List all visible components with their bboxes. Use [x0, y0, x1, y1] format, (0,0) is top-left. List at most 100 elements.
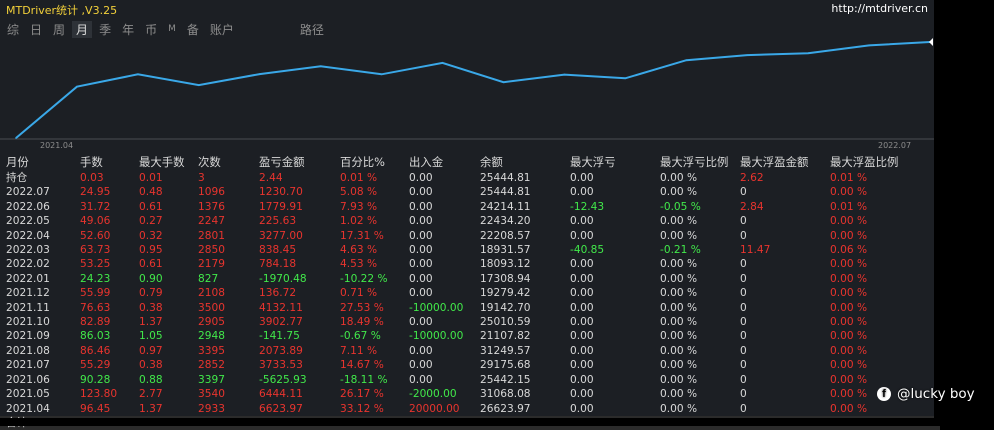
column-header: 最大浮盈比例	[830, 155, 899, 169]
table-row[interactable]: 2022.07 24.95 0.48 1096 1230.70 5.08 % 0.00 254…	[0, 185, 940, 199]
table-cell: 2021.04	[6, 402, 50, 415]
table-row[interactable]: 2021.05 123.80 2.77 3540 6444.11 26.17 % -2000…	[0, 387, 940, 401]
tab-1[interactable]: 日	[26, 21, 46, 38]
column-header: 最大手数	[139, 155, 185, 169]
table-cell: 86.03	[80, 330, 111, 343]
table-cell: 0.00	[409, 344, 433, 357]
table-row[interactable]: 2021.12 55.99 0.79 2108 136.72 0.71 % 0.00 1927…	[0, 286, 940, 300]
table-row[interactable]: 2021.11 76.63 0.38 3500 4132.11 27.53 % -10000…	[0, 301, 940, 315]
tab-0[interactable]: 综	[3, 21, 23, 38]
equity-chart: 2021.04 2022.07	[0, 38, 934, 150]
table-cell: 0	[740, 402, 747, 415]
table-cell: 0.00 %	[660, 272, 698, 285]
table-row[interactable]: 2021.04 96.45 1.37 2933 6623.97 33.12 % 20000.…	[0, 402, 940, 416]
table-row[interactable]: 2022.01 24.23 0.90 827 -1970.48 -10.22 % 0.00 1…	[0, 272, 940, 286]
table-row[interactable]: 2021.07 55.29 0.38 2852 3733.53 14.67 % 0.00 29…	[0, 358, 940, 372]
table-cell: 1.05	[139, 330, 163, 343]
table-cell: 76.63	[80, 301, 111, 314]
table-cell: 0.00	[570, 402, 594, 415]
table-cell: 838.45	[259, 244, 297, 257]
tab-10[interactable]: 路径	[296, 21, 328, 38]
column-header: 余额	[480, 155, 503, 169]
equity-point	[502, 81, 505, 84]
table-row[interactable]: 2022.04 52.60 0.32 2801 3277.00 17.31 % 0.00 22…	[0, 229, 940, 243]
table-cell: 3500	[198, 301, 225, 314]
table-cell: 21107.82	[480, 330, 531, 343]
table-cell: 0.00 %	[660, 330, 698, 343]
website-link[interactable]: http://mtdriver.cn	[831, 2, 928, 15]
table-cell: 0.38	[139, 359, 163, 372]
table-cell: 63.73	[80, 244, 111, 257]
table-cell: 0.00 %	[660, 258, 698, 271]
column-header: 手数	[80, 155, 103, 169]
table-cell: 17.31 %	[340, 229, 384, 242]
table-cell: 2021.07	[6, 359, 50, 372]
table-cell: 0.00 %	[830, 258, 868, 271]
table-row[interactable]: 持仓 0.03 0.01 3 2.44 0.01 % 0.00 25444.81 0.00 0.0…	[0, 171, 940, 185]
table-cell: 0	[740, 301, 747, 314]
table-cell: 0.00 %	[660, 344, 698, 357]
table-cell: 2948	[198, 330, 225, 343]
table-row[interactable]: 2022.03 63.73 0.95 2850 838.45 4.63 % 0.00 1893…	[0, 243, 940, 257]
tab-7[interactable]: M	[164, 24, 180, 34]
bottom-bar	[0, 418, 934, 426]
table-cell: 0	[740, 330, 747, 343]
table-cell: 1.37	[139, 316, 163, 329]
table-cell: 96.45	[80, 402, 111, 415]
table-row[interactable]: 2021.09 86.03 1.05 2948 -141.75 -0.67 % -10000…	[0, 329, 940, 343]
table-cell: 0.03	[80, 172, 104, 184]
table-cell: 0.00	[570, 258, 594, 271]
tab-9[interactable]: 账户	[206, 21, 238, 38]
table-cell: 2021.06	[6, 373, 50, 386]
table-cell: 27.53 %	[340, 301, 384, 314]
table-cell: 82.89	[80, 316, 111, 329]
table-cell: 0.61	[139, 258, 163, 271]
tab-5[interactable]: 年	[118, 21, 138, 38]
table-cell: 5.08 %	[340, 186, 378, 199]
table-row[interactable]: 2022.06 31.72 0.61 1376 1779.91 7.93 % 0.00 242…	[0, 200, 940, 214]
table-cell: -0.21 %	[660, 244, 701, 257]
table-row[interactable]: 2021.06 90.28 0.88 3397 -5625.93 -18.11 % 0.00…	[0, 373, 940, 387]
table-cell: 0.00 %	[830, 229, 868, 242]
table-cell: 0.00	[409, 186, 433, 199]
table-row[interactable]: 2022.05 49.06 0.27 2247 225.63 1.02 % 0.00 2243…	[0, 214, 940, 228]
table-cell: 0	[740, 215, 747, 228]
table-cell: -1970.48	[259, 272, 307, 285]
table-cell: 0.27	[139, 215, 163, 228]
tab-2[interactable]: 周	[49, 21, 69, 38]
table-cell: 0.00 %	[830, 344, 868, 357]
table-cell: -40.85	[570, 244, 605, 257]
table-cell: 33.12 %	[340, 402, 384, 415]
table-row[interactable]: 2021.10 82.89 1.37 2905 3902.77 18.49 % 0.00 25…	[0, 315, 940, 329]
table-cell: 0.00	[570, 316, 594, 329]
table-cell: 19279.42	[480, 287, 531, 300]
table-cell: 0.97	[139, 344, 163, 357]
table-cell: 2021.11	[6, 301, 50, 314]
table-cell: 1376	[198, 200, 225, 213]
table-cell: 24.95	[80, 186, 111, 199]
table-row[interactable]: 2022.02 53.25 0.61 2179 784.18 4.53 % 0.00 1809…	[0, 257, 940, 271]
table-cell: 2021.10	[6, 316, 50, 329]
table-cell: 53.25	[80, 258, 111, 271]
table-cell: 0	[740, 316, 747, 329]
table-cell: 136.72	[259, 287, 297, 300]
table-cell: 0.01 %	[340, 172, 378, 184]
table-cell: 3395	[198, 344, 225, 357]
table-cell: 0.00	[570, 359, 594, 372]
table-cell: -18.11 %	[340, 373, 388, 386]
table-row[interactable]: 2021.08 86.46 0.97 3395 2073.89 7.11 % 0.00 312…	[0, 344, 940, 358]
tab-6[interactable]: 币	[141, 21, 161, 38]
table-cell: 0.00 %	[830, 215, 868, 228]
tab-3[interactable]: 月	[72, 20, 93, 38]
table-cell: -10000.00	[409, 301, 464, 314]
table-cell: 49.06	[80, 215, 111, 228]
equity-chart-svg: 2021.04 2022.07	[0, 38, 934, 150]
tab-8[interactable]: 备	[183, 21, 203, 38]
table-cell: 0.00 %	[830, 330, 868, 343]
table-cell: 1.37	[139, 402, 163, 415]
tab-4[interactable]: 季	[95, 21, 115, 38]
table-cell: 2.77	[139, 388, 163, 401]
table-cell: 26.17 %	[340, 388, 384, 401]
table-cell: 0.79	[139, 287, 163, 300]
table-cell: 0.00	[409, 287, 433, 300]
